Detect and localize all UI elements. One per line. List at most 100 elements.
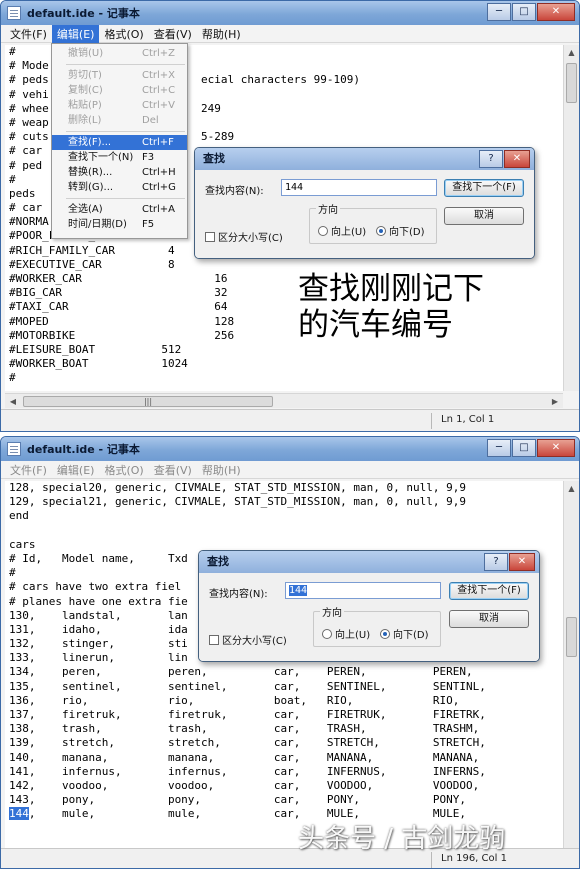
- match-case-label: 区分大小写(C): [222, 636, 287, 647]
- watermark: 头条号 / 古剑龙驹: [298, 824, 506, 854]
- close-button[interactable]: ✕: [537, 439, 575, 457]
- text-line: 136, rio, rio, boat, RIO, RIO,: [9, 693, 460, 707]
- direction-down-label: 向下(D): [393, 630, 429, 641]
- notepad-app-icon: [7, 6, 21, 20]
- menu-separator: [66, 131, 185, 132]
- match-case-checkbox[interactable]: 区分大小写(C): [205, 229, 283, 244]
- edit-menu-item[interactable]: 替换(R)... Ctrl+H: [52, 165, 187, 180]
- find-dialog: 查找 ? ✕ 查找内容(N): 144 查找下一个(F) 取消 方向 向上(U)…: [194, 147, 535, 259]
- horizontal-scrollbar[interactable]: ◀ ||| ▶: [5, 393, 563, 408]
- cancel-button[interactable]: 取消: [444, 207, 524, 225]
- menu-item-shortcut: Ctrl+F: [142, 137, 174, 148]
- edit-menu-item[interactable]: 查找下一个(N) F3: [52, 150, 187, 165]
- text-editor[interactable]: 128, special20, generic, CIVMALE, STAT_S…: [5, 481, 563, 849]
- edit-menu-item[interactable]: 时间/日期(D) F5: [52, 217, 187, 232]
- direction-up-label: 向上(U): [331, 227, 367, 238]
- menu-format[interactable]: 格式(O): [99, 461, 148, 479]
- menu-view[interactable]: 查看(V): [149, 25, 197, 43]
- vertical-scrollbar[interactable]: ▲: [563, 45, 579, 391]
- maximize-button[interactable]: □: [512, 3, 536, 21]
- menu-help[interactable]: 帮助(H): [197, 461, 246, 479]
- menu-item-label: 复制(C): [68, 85, 103, 96]
- menu-help[interactable]: 帮助(H): [197, 25, 246, 43]
- menu-item-shortcut: Ctrl+V: [142, 100, 176, 111]
- edit-menu-item[interactable]: 转到(G)... Ctrl+G: [52, 180, 187, 195]
- cancel-button[interactable]: 取消: [449, 610, 529, 628]
- match-case-checkbox[interactable]: 区分大小写(C): [209, 632, 287, 647]
- menu-item-shortcut: F5: [142, 219, 155, 230]
- menu-separator: [66, 198, 185, 199]
- edit-menu-item: 撤销(U) Ctrl+Z: [52, 46, 187, 61]
- menu-file[interactable]: 文件(F): [5, 25, 52, 43]
- scroll-thumb[interactable]: [566, 617, 577, 657]
- text-line: 140, manana, manana, car, MANANA, MANANA…: [9, 750, 480, 764]
- radio-on-icon: [380, 628, 390, 639]
- menu-format[interactable]: 格式(O): [99, 25, 148, 43]
- text-line: 137, firetruk, firetruk, car, FIRETRUK, …: [9, 708, 486, 721]
- direction-up-radio[interactable]: 向上(U): [322, 626, 370, 641]
- dialog-close-button[interactable]: ✕: [509, 553, 535, 571]
- text-line: 138, trash, trash, car, TRASH, TRASHM,: [9, 722, 480, 736]
- direction-up-radio[interactable]: 向上(U): [318, 223, 366, 238]
- notepad-app-icon: [7, 442, 21, 456]
- vertical-scrollbar[interactable]: ▲: [563, 481, 579, 849]
- find-what-input[interactable]: 144: [281, 179, 437, 196]
- minimize-button[interactable]: ─: [487, 3, 511, 21]
- text-line: 143, pony, pony, car, PONY, PONY,: [9, 793, 466, 807]
- menu-item-label: 时间/日期(D): [68, 219, 127, 230]
- maximize-button[interactable]: □: [512, 439, 536, 457]
- scroll-up-arrow-icon[interactable]: ▲: [564, 45, 579, 61]
- menu-edit[interactable]: 编辑(E): [51, 24, 100, 43]
- menu-view[interactable]: 查看(V): [149, 461, 197, 479]
- scroll-thumb[interactable]: [566, 63, 577, 103]
- horizontal-scroll-thumb[interactable]: |||: [23, 395, 273, 407]
- menu-item-label: 剪切(T): [68, 70, 102, 81]
- scroll-right-arrow-icon[interactable]: ▶: [547, 397, 563, 406]
- find-what-label: 查找内容(N):: [205, 186, 264, 197]
- text-line: [9, 524, 563, 538]
- window-title: default.ide - 记事本: [27, 7, 140, 20]
- radio-off-icon: [322, 628, 332, 639]
- scroll-left-arrow-icon[interactable]: ◀: [5, 397, 21, 406]
- menu-file[interactable]: 文件(F): [5, 461, 52, 479]
- edit-menu-item: 粘贴(P) Ctrl+V: [52, 98, 187, 113]
- dialog-help-button[interactable]: ?: [484, 553, 508, 571]
- find-what-input[interactable]: 144: [285, 582, 441, 599]
- radio-off-icon: [318, 225, 328, 236]
- dialog-help-button[interactable]: ?: [479, 150, 503, 168]
- text-line: #LEISURE_BOAT 512: [9, 342, 182, 356]
- menu-item-label: 粘贴(P): [68, 100, 102, 111]
- dialog-close-button[interactable]: ✕: [504, 150, 530, 168]
- menu-item-shortcut: Ctrl+X: [142, 70, 176, 81]
- edit-menu-item[interactable]: 全选(A) Ctrl+A: [52, 202, 187, 217]
- radio-on-icon: [376, 225, 386, 236]
- scroll-up-arrow-icon[interactable]: ▲: [564, 481, 579, 497]
- menu-item-label: 撤销(U): [68, 48, 104, 59]
- text-line: #EXECUTIVE_CAR 8: [9, 257, 175, 271]
- text-line: #WORKER_BOAT 1024: [9, 357, 188, 371]
- find-next-button[interactable]: 查找下一个(F): [444, 179, 524, 197]
- menu-item-shortcut: Ctrl+H: [142, 167, 176, 178]
- minimize-button[interactable]: ─: [487, 439, 511, 457]
- direction-down-radio[interactable]: 向下(D): [376, 223, 425, 238]
- search-match-highlight: 144: [9, 807, 29, 821]
- find-next-button[interactable]: 查找下一个(F): [449, 582, 529, 600]
- text-line: 141, infernus, infernus, car, INFERNUS, …: [9, 764, 486, 778]
- menu-item-shortcut: Ctrl+C: [142, 85, 176, 96]
- checkbox-icon: [205, 231, 215, 242]
- direction-label: 方向: [316, 201, 340, 216]
- direction-group: 方向 向上(U) 向下(D): [313, 604, 441, 647]
- status-divider: [431, 413, 432, 429]
- direction-down-radio[interactable]: 向下(D): [380, 626, 429, 641]
- direction-up-label: 向上(U): [335, 630, 371, 641]
- close-button[interactable]: ✕: [537, 3, 575, 21]
- edit-menu-item: 删除(L) Del: [52, 113, 187, 128]
- direction-label: 方向: [320, 604, 344, 619]
- menu-item-label: 查找下一个(N): [68, 152, 134, 163]
- text-line: 135, sentinel, sentinel, car, SENTINEL, …: [9, 679, 486, 693]
- edit-menu-item[interactable]: 查找(F)... Ctrl+F: [52, 135, 187, 150]
- menu-edit[interactable]: 编辑(E): [52, 461, 100, 479]
- find-dialog: 查找 ? ✕ 查找内容(N): 144 查找下一个(F) 取消 方向 向上(U)…: [198, 550, 540, 662]
- menu-item-shortcut: Del: [142, 115, 159, 126]
- checkbox-icon: [209, 634, 219, 645]
